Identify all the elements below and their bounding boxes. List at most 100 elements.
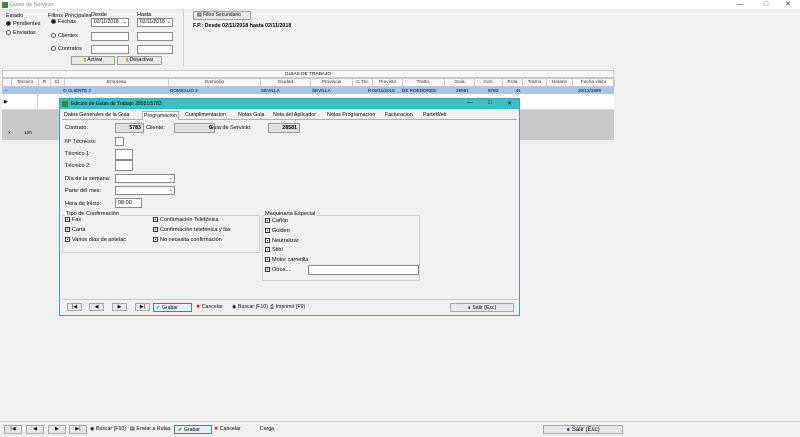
column-header-expander	[3, 79, 12, 87]
filter-icon: ▤	[197, 12, 202, 18]
column-header[interactable]: R	[39, 79, 51, 87]
tab-programacion[interactable]: Programacion	[142, 111, 179, 120]
carta-checkbox[interactable]: Carta	[65, 227, 85, 233]
close-icon[interactable]: ✕	[507, 100, 512, 107]
cell-tecnico: 120	[24, 130, 32, 135]
column-header[interactable]: Previsto	[373, 79, 403, 87]
no-necesita-confirmacion-checkbox[interactable]: No necesita confirmación	[153, 237, 222, 243]
previous-record-icon[interactable]: ◀	[26, 425, 44, 434]
contrato-field[interactable]: 5783	[115, 123, 144, 133]
clientes-desde-input[interactable]	[91, 32, 129, 41]
filtro-secundario-button[interactable]: ▤ Filtro Secundario	[193, 11, 251, 20]
otros-input[interactable]	[308, 265, 419, 275]
otros-checkbox[interactable]: Otros....	[265, 267, 292, 273]
motor-carretilla-checkbox[interactable]: Motor carretilla	[265, 257, 308, 263]
filters-panel: Estado Pendientes Enviadas Filtros Princ…	[0, 10, 184, 66]
desde-date-select[interactable]: 02/11/2018 ⌄	[91, 18, 129, 27]
varios-dias-checkbox[interactable]: Varios días de antelac	[65, 237, 126, 243]
row-expander-icon[interactable]: −	[5, 87, 8, 94]
column-header[interactable]: Horario	[547, 79, 573, 87]
next-record-icon[interactable]: ▶	[48, 425, 66, 434]
clientes-hasta-input[interactable]	[137, 32, 173, 41]
canon-checkbox[interactable]: Cañón	[265, 218, 288, 224]
cell-domicilio: DOMICILIO 2	[170, 88, 198, 93]
desactivar-button[interactable]: ▮ Desactivar	[117, 56, 162, 65]
tab-notas-programacion[interactable]: Notas Programacion	[326, 111, 376, 120]
imprimir-button[interactable]: ⎙ Imprimir (F9)	[270, 303, 310, 312]
neutralizar-checkbox[interactable]: Neutralizar	[265, 238, 299, 244]
radio-dot-icon	[51, 19, 56, 25]
first-record-icon[interactable]: |◀	[67, 303, 82, 311]
confirmacion-telefonica-fax-checkbox[interactable]: Confirmación telefónica y fax	[153, 227, 231, 233]
column-header[interactable]: Cl.	[51, 79, 65, 87]
enviar-rutas-button[interactable]: ▤ Enviar a Rutas	[130, 425, 172, 434]
salir-button[interactable]: ∎ Salir (Esc)	[450, 303, 514, 312]
tab-cumplimentacion[interactable]: Cumplimentacion	[184, 111, 227, 120]
column-header[interactable]: Ciudad	[261, 79, 311, 87]
binoculars-icon: ◉	[90, 426, 95, 432]
buscar-button[interactable]: ◉ Buscar (F10)	[232, 303, 270, 312]
last-record-icon[interactable]: ▶|	[69, 425, 87, 434]
tecnico1-label: Técnico 1:	[65, 151, 91, 157]
carga-button[interactable]: Carga	[252, 425, 282, 434]
confirmacion-telefonica-checkbox[interactable]: Confirmación Telefónica	[153, 217, 219, 223]
column-header[interactable]: Domicilio	[169, 79, 261, 87]
cancelar-button[interactable]: ✖ Cancelar	[196, 303, 232, 312]
num-tecnicos-input[interactable]	[115, 137, 124, 146]
contratos-radio[interactable]: Contratos	[51, 46, 82, 52]
enviadas-radio[interactable]: Enviadas	[6, 30, 36, 36]
minimize-icon[interactable]: —	[467, 100, 473, 106]
maquinaria-especial-label: Maquinaria Especial	[264, 211, 317, 217]
cancelar-button[interactable]: ✖ Cancelar	[214, 425, 250, 434]
guia-servicio-field[interactable]: 28581	[268, 123, 300, 133]
close-icon[interactable]: ✕	[776, 0, 800, 10]
contratos-desde-input[interactable]	[91, 45, 129, 54]
hasta-date-select[interactable]: 02/11/2018 ⌄	[137, 18, 173, 27]
golden-checkbox[interactable]: Golden	[265, 228, 290, 234]
last-record-icon[interactable]: ▶|	[135, 303, 150, 311]
first-record-icon[interactable]: |◀	[4, 425, 22, 434]
column-header[interactable]: Guia	[445, 79, 475, 87]
tab-facturacion[interactable]: Facturacion	[384, 111, 414, 120]
column-header[interactable]: C.Tto.	[353, 79, 373, 87]
column-header[interactable]: Provincia	[311, 79, 353, 87]
app-icon	[62, 101, 68, 107]
column-header[interactable]: Con.	[475, 79, 503, 87]
table-row[interactable]: − O CLIENTE 2 DOMICILIO 2 SEVILLA SEVILL…	[2, 87, 614, 94]
minimize-icon[interactable]: —	[728, 0, 752, 10]
activar-button[interactable]: ▮ Activar	[71, 56, 115, 65]
tecnico1-input[interactable]	[115, 149, 133, 160]
next-record-icon[interactable]: ▶	[112, 303, 127, 311]
contratos-hasta-input[interactable]	[137, 45, 173, 54]
tab-datos-generales[interactable]: Datos Generales de la Guia	[63, 111, 130, 120]
dia-semana-select[interactable]: ⌄	[115, 174, 175, 183]
pendientes-radio[interactable]: Pendientes	[6, 21, 41, 27]
column-header[interactable]: Tecnico	[12, 79, 39, 87]
grabar-button[interactable]: ✔ Grabar	[153, 303, 192, 312]
tab-notas-guia[interactable]: Notas Guia	[237, 111, 266, 120]
parte-mes-select[interactable]: ⌄	[115, 186, 175, 195]
tab-nota-aplicador[interactable]: Nota del Aplicador	[272, 111, 317, 120]
column-header[interactable]: Fecha visita	[573, 79, 615, 87]
row-pointer-icon: ▶	[4, 99, 8, 105]
maximize-icon[interactable]: □	[488, 100, 492, 106]
previous-record-icon[interactable]: ◀	[89, 303, 104, 311]
row-expander-icon[interactable]: ×	[8, 129, 11, 136]
column-header[interactable]: Ruta	[503, 79, 523, 87]
column-header[interactable]: Tramo	[523, 79, 547, 87]
stihl-checkbox[interactable]: Stihl	[265, 247, 283, 253]
hora-inicio-input[interactable]: 08:00	[115, 198, 142, 208]
tab-parteweb[interactable]: ParteWeb	[422, 111, 447, 120]
clientes-radio[interactable]: Clientes	[51, 33, 78, 39]
salir-button[interactable]: ∎ Salir (Esc)	[543, 425, 623, 434]
fax-checkbox[interactable]: Fax	[65, 217, 81, 223]
dialog-tabs: Datos Generales de la Guia Programacion …	[62, 111, 517, 120]
fechas-radio[interactable]: Fechas	[51, 19, 76, 25]
buscar-button[interactable]: ◉ Buscar (F10)	[90, 425, 130, 434]
column-header[interactable]: Tratto.	[403, 79, 445, 87]
tecnico2-input[interactable]	[115, 160, 133, 171]
grabar-button[interactable]: ✔ Grabar	[174, 425, 212, 434]
checkbox-icon	[65, 237, 70, 243]
column-header[interactable]: Empresa	[65, 79, 169, 87]
maximize-icon[interactable]: □	[754, 0, 778, 10]
